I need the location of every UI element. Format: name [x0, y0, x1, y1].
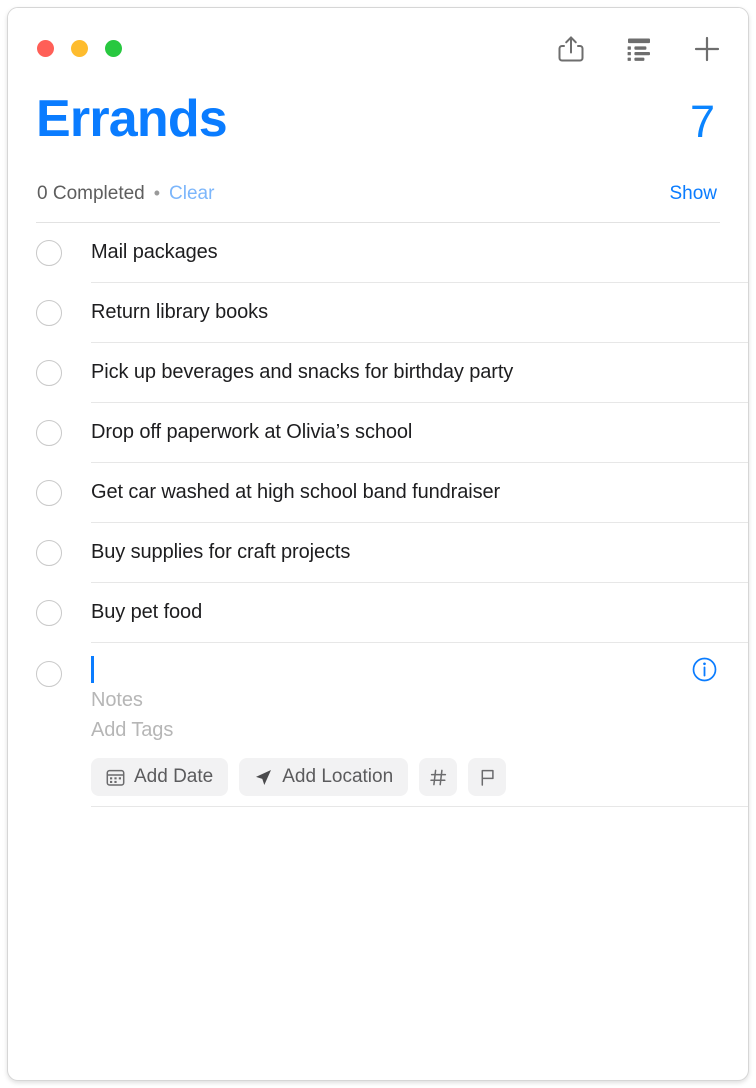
- reminder-title: Buy supplies for craft projects: [91, 541, 351, 563]
- table-row[interactable]: Mail packages: [8, 223, 748, 282]
- table-row[interactable]: Drop off paperwork at Olivia’s school: [8, 403, 748, 462]
- show-completed-button[interactable]: Show: [669, 183, 717, 205]
- close-button[interactable]: [37, 40, 54, 57]
- reminder-count-badge: 7: [689, 96, 715, 147]
- minimize-button[interactable]: [71, 40, 88, 57]
- completed-group: 0 Completed • Clear: [37, 183, 214, 205]
- add-location-button[interactable]: Add Location: [239, 758, 409, 796]
- table-row[interactable]: Buy supplies for craft projects: [8, 523, 748, 582]
- traffic-light-controls: [37, 40, 122, 57]
- reminder-checkbox[interactable]: [36, 359, 62, 386]
- tags-field[interactable]: Add Tags: [91, 715, 748, 745]
- reminder-title: Mail packages: [91, 241, 218, 263]
- zoom-button[interactable]: [105, 40, 122, 57]
- completed-bar: 0 Completed • Clear Show: [8, 177, 748, 222]
- new-reminder-title-field[interactable]: [91, 655, 748, 685]
- screen: Errands 7 0 Completed • Clear Show Mail …: [0, 0, 756, 1088]
- table-row[interactable]: Buy pet food: [8, 583, 748, 642]
- view-options-button[interactable]: [624, 34, 654, 64]
- separator-dot: •: [153, 183, 161, 203]
- list-header: Errands 7: [8, 81, 748, 177]
- page-title: Errands: [36, 90, 228, 148]
- flag-icon: [478, 768, 497, 787]
- text-cursor: [91, 656, 94, 683]
- view-options-icon: [624, 36, 654, 62]
- hashtag-icon: [429, 768, 448, 787]
- reminder-checkbox[interactable]: [36, 239, 62, 266]
- share-icon: [558, 35, 584, 63]
- clear-completed-button[interactable]: Clear: [169, 183, 214, 205]
- table-row[interactable]: Return library books: [8, 283, 748, 342]
- new-reminder-body: Notes Add Tags Add Date Add Location: [91, 655, 748, 796]
- reminder-title: Return library books: [91, 301, 268, 323]
- toolbar: [556, 34, 722, 64]
- notes-field[interactable]: Notes: [91, 685, 748, 715]
- reminder-checkbox[interactable]: [36, 599, 62, 626]
- share-button[interactable]: [556, 34, 586, 64]
- titlebar: [8, 8, 748, 81]
- add-date-button[interactable]: Add Date: [91, 758, 229, 796]
- reminders-window: Errands 7 0 Completed • Clear Show Mail …: [7, 7, 749, 1081]
- reminder-checkbox[interactable]: [36, 419, 62, 446]
- table-row[interactable]: Get car washed at high school band fundr…: [8, 463, 748, 522]
- plus-icon: [693, 35, 721, 63]
- reminder-title: Pick up beverages and snacks for birthda…: [91, 361, 514, 383]
- reminder-list: Mail packages Return library books Pick …: [8, 223, 748, 807]
- add-location-label: Add Location: [282, 766, 394, 787]
- reminder-checkbox[interactable]: [36, 539, 62, 566]
- add-reminder-button[interactable]: [692, 34, 722, 64]
- location-icon: [254, 768, 273, 787]
- reminder-checkbox[interactable]: [36, 299, 62, 326]
- new-reminder-row[interactable]: Notes Add Tags Add Date Add Location: [8, 643, 748, 806]
- reminder-title: Drop off paperwork at Olivia’s school: [91, 421, 413, 443]
- reminder-checkbox[interactable]: [36, 479, 62, 506]
- add-date-label: Add Date: [134, 766, 214, 787]
- add-flag-button[interactable]: [468, 758, 507, 796]
- reminder-info-button[interactable]: [692, 657, 717, 682]
- calendar-icon: [106, 768, 125, 787]
- reminder-title: Get car washed at high school band fundr…: [91, 481, 501, 503]
- quick-action-chips: Add Date Add Location: [91, 758, 748, 796]
- info-circle-icon: [692, 657, 717, 686]
- new-reminder-divider: [91, 806, 748, 807]
- add-tag-button[interactable]: [419, 758, 458, 796]
- reminder-title: Buy pet food: [91, 601, 203, 623]
- completed-count-label: 0 Completed: [37, 183, 145, 204]
- reminder-checkbox[interactable]: [36, 661, 62, 687]
- table-row[interactable]: Pick up beverages and snacks for birthda…: [8, 343, 748, 402]
